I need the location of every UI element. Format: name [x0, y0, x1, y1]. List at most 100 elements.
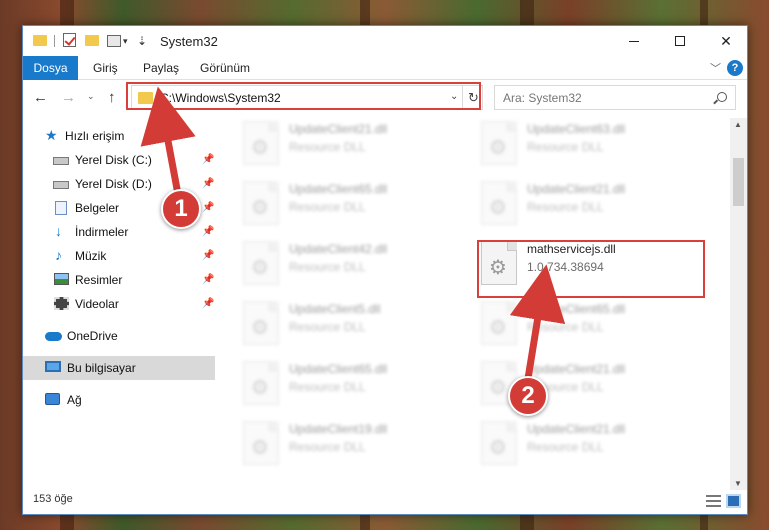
- file-name: UpdateClient65.dll: [289, 182, 388, 196]
- chevron-down-icon[interactable]: ⌄: [450, 91, 458, 102]
- file-name: UpdateClient21.dll: [527, 422, 626, 436]
- search-input[interactable]: Ara: System32: [494, 85, 736, 110]
- file-item[interactable]: ⚙ UpdateClient21.dll Resource DLL: [461, 178, 691, 232]
- file-item[interactable]: ⚙ UpdateClient21.dll Resource DLL: [461, 358, 691, 412]
- folder-icon: [138, 92, 153, 104]
- pin-icon[interactable]: 📌: [202, 202, 214, 213]
- recent-locations-icon[interactable]: ⌄: [87, 91, 95, 102]
- details-view-icon[interactable]: [706, 495, 721, 507]
- scroll-up-icon[interactable]: ▲: [734, 120, 742, 129]
- tab-view[interactable]: Görünüm: [200, 61, 250, 75]
- file-name: mathservicejs.dll: [527, 242, 616, 256]
- forward-arrow-icon[interactable]: →: [61, 89, 76, 106]
- navigation-pane: ★ Hızlı erişim Yerel Disk (C:) 📌 Yerel D…: [23, 118, 215, 488]
- chevron-down-icon[interactable]: ﹀: [710, 60, 721, 76]
- gear-icon: ⚙: [251, 377, 269, 399]
- sidebar-item-videos[interactable]: Videolar 📌: [23, 292, 215, 316]
- file-name: UpdateClient21.dll: [289, 122, 388, 136]
- ribbon: Dosya Giriş Paylaş Görünüm ﹀ ?: [23, 56, 747, 80]
- network-icon: [45, 393, 60, 405]
- sidebar-item-music[interactable]: ♪ Müzik 📌: [23, 244, 215, 268]
- file-item[interactable]: ⚙ UpdateClient65.dll Resource DLL: [223, 358, 453, 412]
- sidebar-item-onedrive[interactable]: OneDrive: [23, 324, 215, 348]
- sidebar-item-local-disk-c[interactable]: Yerel Disk (C:) 📌: [23, 148, 215, 172]
- sidebar-item-quick-access[interactable]: ★ Hızlı erişim: [23, 124, 215, 148]
- file-name: UpdateClient65.dll: [527, 302, 626, 316]
- rename-icon[interactable]: [107, 35, 121, 47]
- file-name: UpdateClient5.dll: [289, 302, 381, 316]
- maximize-icon: [675, 36, 685, 46]
- search-icon[interactable]: [717, 92, 727, 102]
- gear-icon: ⚙: [489, 437, 507, 459]
- videos-icon: [54, 297, 69, 310]
- properties-icon[interactable]: [63, 33, 76, 47]
- vertical-scrollbar[interactable]: ▲ ▼: [730, 118, 747, 490]
- file-item[interactable]: ⚙ UpdateClient63.dll Resource DLL: [461, 118, 691, 172]
- tab-file[interactable]: Dosya: [23, 56, 78, 80]
- file-item[interactable]: ⚙ UpdateClient65.dll Resource DLL: [223, 178, 453, 232]
- sidebar-item-network[interactable]: Ağ: [23, 388, 215, 412]
- pin-icon[interactable]: 📌: [202, 298, 214, 309]
- pin-icon[interactable]: 📌: [202, 226, 214, 237]
- sidebar-item-label: Yerel Disk (C:): [75, 153, 152, 167]
- file-description: Resource DLL: [289, 320, 366, 334]
- pin-icon[interactable]: 📌: [202, 250, 214, 261]
- dll-file-icon: ⚙: [243, 361, 279, 405]
- search-placeholder[interactable]: Ara: System32: [503, 91, 582, 105]
- close-button[interactable]: ✕: [703, 26, 749, 56]
- refresh-button[interactable]: ↻: [462, 86, 484, 109]
- pin-icon[interactable]: 📌: [202, 178, 214, 189]
- dll-file-icon: ⚙: [481, 241, 517, 285]
- file-item[interactable]: ⚙ UpdateClient21.dll Resource DLL: [461, 418, 691, 472]
- up-arrow-icon[interactable]: ↑: [108, 89, 116, 106]
- file-name: UpdateClient65.dll: [289, 362, 388, 376]
- back-arrow-icon[interactable]: ←: [33, 89, 48, 106]
- folder-icon: [33, 35, 47, 46]
- star-icon: ★: [45, 127, 58, 143]
- explorer-window: ▾ ⇣ System32 ✕ Dosya Giriş Paylaş Görünü…: [22, 25, 748, 515]
- file-version: 1.0.734.38694: [527, 260, 604, 274]
- music-icon: ♪: [55, 247, 62, 263]
- file-description: Resource DLL: [527, 140, 604, 154]
- pin-icon[interactable]: 📌: [202, 274, 214, 285]
- file-name: UpdateClient42.dll: [289, 242, 388, 256]
- file-item[interactable]: ⚙ UpdateClient65.dll Resource DLL: [461, 298, 691, 352]
- gear-icon: ⚙: [251, 197, 269, 219]
- step-badge-1: 1: [161, 189, 201, 229]
- file-item[interactable]: ⚙ UpdateClient42.dll Resource DLL: [223, 238, 453, 292]
- scrollbar-thumb[interactable]: [733, 158, 744, 206]
- sidebar-item-label: İndirmeler: [75, 225, 129, 239]
- address-bar[interactable]: C:\Windows\System32 ⌄ ↻: [131, 85, 483, 110]
- address-path[interactable]: C:\Windows\System32: [160, 91, 281, 105]
- file-list: ⚙ UpdateClient21.dll Resource DLL ⚙ Upda…: [223, 118, 733, 488]
- tab-share[interactable]: Paylaş: [143, 61, 179, 75]
- customize-toolbar-icon[interactable]: ⇣: [137, 34, 147, 50]
- file-item[interactable]: ⚙ UpdateClient21.dll Resource DLL: [223, 118, 453, 172]
- dll-file-icon: ⚙: [481, 301, 517, 345]
- new-folder-icon[interactable]: [85, 35, 99, 46]
- status-bar: 153 öğe: [23, 488, 747, 515]
- file-description: Resource DLL: [289, 380, 366, 394]
- file-item[interactable]: ⚙ UpdateClient19.dll Resource DLL: [223, 418, 453, 472]
- file-item-target[interactable]: ⚙ mathservicejs.dll 1.0.734.38694: [461, 238, 691, 292]
- pin-icon[interactable]: 📌: [202, 154, 214, 165]
- dll-file-icon: ⚙: [243, 421, 279, 465]
- minimize-button[interactable]: [611, 26, 657, 56]
- file-description: Resource DLL: [527, 320, 604, 334]
- scroll-down-icon[interactable]: ▼: [734, 479, 742, 488]
- sidebar-item-this-pc[interactable]: Bu bilgisayar: [23, 356, 215, 380]
- large-icons-view-icon[interactable]: [726, 494, 741, 508]
- sidebar-item-label: Hızlı erişim: [65, 129, 125, 143]
- sidebar-item-pictures[interactable]: Resimler 📌: [23, 268, 215, 292]
- chevron-down-icon[interactable]: ▾: [123, 36, 128, 52]
- dll-file-icon: ⚙: [481, 121, 517, 165]
- pictures-icon: [54, 273, 69, 285]
- dll-file-icon: ⚙: [243, 301, 279, 345]
- file-item[interactable]: ⚙ UpdateClient5.dll Resource DLL: [223, 298, 453, 352]
- maximize-button[interactable]: [657, 26, 703, 56]
- sidebar-item-label: Müzik: [75, 249, 107, 263]
- gear-icon: ⚙: [489, 377, 507, 399]
- file-name: UpdateClient19.dll: [289, 422, 388, 436]
- help-button[interactable]: ?: [727, 60, 743, 76]
- tab-home[interactable]: Giriş: [93, 61, 118, 75]
